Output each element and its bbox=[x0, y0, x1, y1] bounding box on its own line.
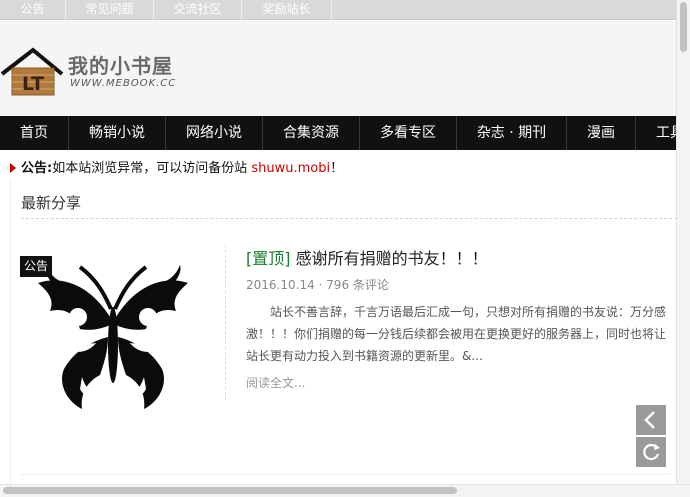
refresh-button[interactable] bbox=[636, 437, 666, 467]
vertical-scrollbar[interactable] bbox=[676, 0, 690, 497]
topbar-link-community[interactable]: 交流社区 bbox=[154, 0, 242, 20]
post-category-tag[interactable]: 公告 bbox=[20, 256, 53, 277]
horizontal-scrollbar-thumb[interactable] bbox=[3, 487, 457, 494]
divider bbox=[20, 474, 670, 475]
topbar-link-faq[interactable]: 常见问题 bbox=[66, 0, 154, 20]
logo-house-icon[interactable]: LT bbox=[0, 46, 64, 96]
post-excerpt: 站长不善言辞，千言万语最后汇成一句，只想对所有捐赠的书友说：万分感激！！！你们捐… bbox=[246, 305, 667, 363]
nav-item-magazines[interactable]: 杂志 · 期刊 bbox=[457, 116, 567, 150]
nav-item-home[interactable]: 首页 bbox=[0, 116, 69, 150]
arrow-right-icon bbox=[10, 163, 16, 173]
nav-item-duokan[interactable]: 多看专区 bbox=[360, 116, 457, 150]
top-bar: 公告 常见问题 交流社区 奖励站长 bbox=[0, 0, 676, 20]
pinned-label: [置顶] bbox=[246, 249, 291, 268]
divider bbox=[21, 218, 677, 219]
read-more-link[interactable]: 阅读全文... bbox=[246, 374, 305, 391]
logo-text[interactable]: 我的小书屋 bbox=[68, 50, 173, 79]
back-button[interactable] bbox=[636, 405, 666, 435]
section-title: 最新分享 bbox=[21, 194, 82, 212]
site-header: LT 我的小书屋 WWW.MEBOOK.CC bbox=[0, 21, 676, 116]
nav-item-comics[interactable]: 漫画 bbox=[567, 116, 636, 150]
post-title-text[interactable]: 感谢所有捐赠的书友！！！ bbox=[291, 249, 488, 268]
chevron-left-icon bbox=[644, 411, 655, 429]
refresh-icon bbox=[643, 443, 660, 461]
announcement-bar: 公告:如本站浏览异常，可以访问备份站 shuwu.mobi！ bbox=[10, 157, 343, 176]
nav-item-collections[interactable]: 合集资源 bbox=[263, 116, 360, 150]
topbar-link-announcement[interactable]: 公告 bbox=[0, 0, 66, 20]
main-nav: 首页 畅销小说 网络小说 合集资源 多看专区 杂志 · 期刊 漫画 工具 bbox=[0, 116, 676, 150]
notice-label: 公告: bbox=[21, 161, 53, 176]
post-title[interactable]: [置顶] 感谢所有捐赠的书友！！！ bbox=[246, 245, 488, 269]
vertical-scrollbar-thumb[interactable] bbox=[680, 2, 687, 52]
post-meta: 2016.10.14 · 796 条评论 bbox=[246, 276, 389, 293]
nav-item-bestsellers[interactable]: 畅销小说 bbox=[69, 116, 166, 150]
notice-suffix: ！ bbox=[330, 161, 344, 176]
post-date: 2016.10.14 bbox=[246, 278, 315, 292]
comment-count-link[interactable]: 796 条评论 bbox=[326, 278, 389, 292]
topbar-link-reward[interactable]: 奖励站长 bbox=[242, 0, 332, 20]
vertical-divider bbox=[225, 245, 226, 400]
nav-item-web-novels[interactable]: 网络小说 bbox=[166, 116, 263, 150]
meta-separator: · bbox=[314, 278, 327, 292]
logo-url: WWW.MEBOOK.CC bbox=[70, 78, 177, 89]
logo-badge-letters: LT bbox=[22, 73, 44, 95]
nav-item-tools[interactable]: 工具 bbox=[636, 116, 676, 150]
backup-site-link[interactable]: shuwu.mobi bbox=[251, 161, 330, 176]
notice-text: 如本站浏览异常，可以访问备份站 bbox=[52, 161, 252, 176]
